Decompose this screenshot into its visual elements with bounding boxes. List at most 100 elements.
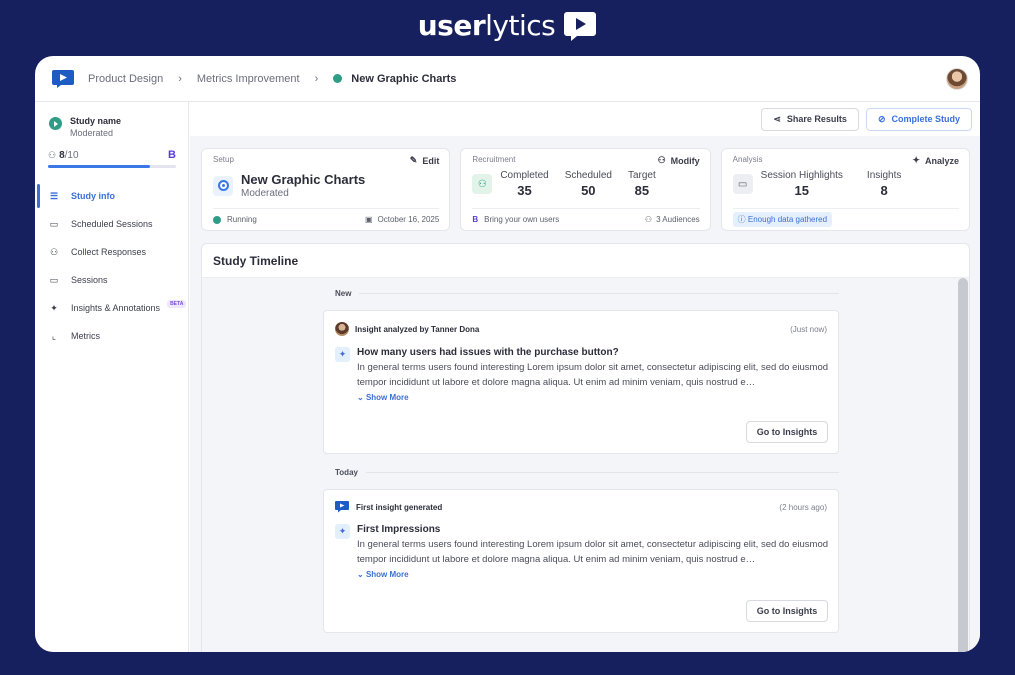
notice-label: Enough data gathered — [747, 215, 828, 224]
breadcrumb-separator: › — [314, 72, 319, 85]
main-content: ⋖ Share Results ⊘ Complete Study Setup ✎… — [190, 102, 980, 652]
chevron-down-icon: ⌄ — [357, 570, 366, 579]
share-results-button[interactable]: ⋖ Share Results — [761, 107, 859, 131]
group-label: New — [335, 289, 839, 298]
sidebar-item-insights-annotations[interactable]: ✦ Insights & Annotations BETA — [35, 294, 188, 322]
sparkle-icon: ✦ — [50, 302, 58, 313]
timeline-group-new: New Insight analyzed by Tanner Dona (Jus… — [323, 289, 839, 454]
go-to-insights-button[interactable]: Go to Insights — [746, 421, 828, 443]
analyze-label: Analyze — [924, 155, 959, 166]
stat-target: Target 85 — [628, 170, 656, 198]
setup-card-footer: Running ▣ October 16, 2025 — [213, 208, 440, 230]
stat-label: Insights — [866, 170, 902, 181]
analysis-card-footer: ⓘ Enough data gathered — [732, 208, 959, 230]
stat-value: 8 — [880, 183, 888, 198]
stat-label: Scheduled — [564, 170, 612, 181]
sidebar-nav: ☰ Study info ▭ Scheduled Sessions ⚇ Coll… — [35, 182, 188, 350]
beta-badge: BETA — [167, 300, 187, 308]
check-circle-icon: ⊘ — [877, 113, 886, 124]
top-bar: Product Design › Metrics Improvement › N… — [35, 56, 980, 102]
participant-count: 8/10 — [59, 149, 79, 161]
people-edit-icon: ⚇ — [657, 155, 666, 165]
people-icon: ⚇ — [48, 149, 57, 160]
chevron-down-icon: ⌄ — [357, 393, 366, 402]
show-more-label: Show More — [365, 393, 409, 402]
modify-label: Modify — [670, 155, 700, 166]
study-title: New Graphic Charts — [241, 172, 366, 187]
status-dot-icon — [333, 74, 343, 83]
show-more-link[interactable]: ⌄ Show More — [357, 570, 829, 579]
sidebar-item-label: Insights & Annotations — [71, 303, 161, 313]
sparkle-icon: ✦ — [335, 524, 350, 539]
audience-icon: ⚇ — [644, 215, 653, 224]
progress-fill — [48, 165, 151, 168]
study-date: October 16, 2025 — [377, 215, 440, 224]
app-logo-icon — [335, 501, 349, 513]
insight-time: (2 hours ago) — [779, 502, 827, 512]
edit-label: Edit — [422, 155, 440, 166]
status-label: Running — [227, 215, 257, 224]
info-icon: ⓘ — [737, 215, 748, 224]
study-summary: Study name Moderated — [35, 102, 188, 138]
insight-card: Insight analyzed by Tanner Dona (Just no… — [323, 310, 839, 454]
action-bar: ⋖ Share Results ⊘ Complete Study — [190, 102, 980, 136]
modify-button[interactable]: ⚇ Modify — [658, 155, 700, 166]
app-logo-icon[interactable] — [52, 69, 74, 89]
breadcrumb-current: New Graphic Charts — [351, 72, 457, 85]
edit-button[interactable]: ✎ Edit — [410, 155, 440, 166]
analysis-card: Analysis ✦ Analyze ▭ Session Highlights 1… — [720, 148, 970, 231]
timeline-feed[interactable]: New Insight analyzed by Tanner Dona (Jus… — [202, 278, 957, 652]
complete-study-label: Complete Study — [891, 114, 960, 124]
byou-badge-icon: B — [168, 149, 176, 161]
timeline-group-today: Today First insight generated (2 hours a… — [323, 468, 839, 633]
running-status-icon — [49, 117, 62, 130]
analyze-button[interactable]: ✦ Analyze — [912, 155, 959, 166]
participant-progress: ⚇ 8/10 B — [35, 138, 188, 161]
sidebar-item-scheduled-sessions[interactable]: ▭ Scheduled Sessions — [35, 210, 188, 238]
sidebar-item-collect-responses[interactable]: ⚇ Collect Responses — [35, 238, 188, 266]
sidebar-item-metrics[interactable]: ⌞ Metrics — [35, 322, 188, 350]
study-type: Moderated — [70, 128, 114, 138]
insight-question: First Impressions — [357, 524, 441, 535]
stat-session-highlights: Session Highlights 15 — [761, 170, 843, 198]
participants-icon: ⚇ — [472, 174, 493, 194]
target-icon — [213, 175, 233, 196]
breadcrumb-separator: › — [178, 72, 182, 85]
sidebar-item-label: Study info — [71, 191, 115, 201]
breadcrumb-product-design[interactable]: Product Design — [88, 73, 163, 85]
calendar-icon: ▣ — [364, 215, 373, 224]
complete-study-button[interactable]: ⊘ Complete Study — [865, 107, 972, 131]
user-avatar[interactable] — [946, 68, 968, 90]
audiences-count[interactable]: 3 Audiences — [656, 215, 700, 224]
show-more-link[interactable]: ⌄ Show More — [357, 393, 829, 402]
study-type: Moderated — [241, 188, 289, 199]
stat-label: Target — [627, 170, 656, 181]
running-status-icon — [213, 215, 221, 224]
sparkle-icon: ✦ — [912, 155, 920, 165]
scrollbar[interactable] — [957, 278, 969, 652]
sidebar-item-study-info[interactable]: ☰ Study info — [35, 182, 188, 210]
scrollbar-thumb[interactable] — [958, 278, 968, 652]
go-to-insights-button[interactable]: Go to Insights — [746, 600, 828, 622]
brand-header: userlytics — [0, 9, 1015, 42]
sparkle-icon: ✦ — [335, 347, 350, 362]
insight-author: First insight generated — [356, 502, 443, 512]
show-more-label: Show More — [365, 570, 409, 579]
sidebar: Study name Moderated ⚇ 8/10 B ☰ Study in… — [35, 102, 189, 652]
share-icon: ⋖ — [773, 113, 781, 124]
stat-label: Completed — [500, 170, 549, 181]
byou-label: Bring your own users — [484, 215, 560, 224]
recruitment-card: Recruitment ⚇ Modify ⚇ Completed 35 Sched… — [460, 148, 711, 231]
insight-author: Insight analyzed by Tanner Dona — [355, 324, 480, 334]
stat-insights: Insights 8 — [867, 170, 901, 198]
stat-completed: Completed 35 — [500, 170, 548, 198]
insight-time: (Just now) — [790, 324, 827, 334]
sidebar-item-sessions[interactable]: ▭ Sessions — [35, 266, 188, 294]
insight-question: How many users had issues with the purch… — [357, 347, 619, 358]
sidebar-item-label: Collect Responses — [71, 247, 147, 257]
breadcrumb-metrics-improvement[interactable]: Metrics Improvement — [197, 73, 300, 85]
group-label: Today — [335, 468, 839, 477]
sidebar-item-label: Metrics — [71, 331, 100, 341]
stat-label: Session Highlights — [760, 170, 843, 181]
sidebar-item-label: Scheduled Sessions — [71, 219, 153, 229]
